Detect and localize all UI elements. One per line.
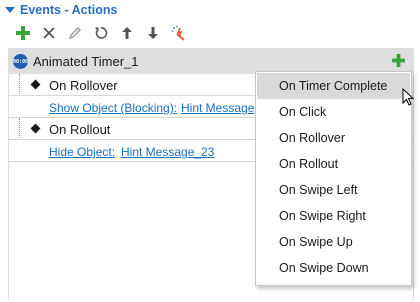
- delete-button[interactable]: [36, 22, 62, 44]
- menu-item-on-swipe-right[interactable]: On Swipe Right: [257, 203, 410, 229]
- arrow-down-icon: [148, 27, 158, 39]
- action-link[interactable]: Show Object (Blocking):: [49, 101, 177, 115]
- menu-item-on-rollout[interactable]: On Rollout: [257, 151, 410, 177]
- plus-icon: [16, 26, 30, 40]
- arrow-up-icon: [122, 27, 132, 39]
- plus-icon: [392, 54, 405, 67]
- target-link[interactable]: Hint Message_23: [121, 145, 214, 159]
- pencil-icon: [68, 27, 81, 40]
- tree-connector: [19, 118, 30, 140]
- diamond-bullet-icon: [30, 79, 41, 90]
- tree-connector: [19, 74, 30, 96]
- menu-item-on-rollover[interactable]: On Rollover: [257, 125, 410, 151]
- add-trigger-button[interactable]: [392, 54, 405, 70]
- trigger-label: On Rollover: [49, 78, 118, 93]
- panel-header[interactable]: Events - Actions: [0, 0, 420, 20]
- menu-item-on-swipe-up[interactable]: On Swipe Up: [257, 229, 410, 255]
- menu-item-on-swipe-down[interactable]: On Swipe Down: [257, 255, 410, 281]
- magic-wand-icon: [171, 25, 185, 41]
- move-up-button[interactable]: [114, 22, 140, 44]
- edit-button[interactable]: [62, 22, 88, 44]
- add-event-button[interactable]: [10, 22, 36, 44]
- move-down-button[interactable]: [140, 22, 166, 44]
- timer-icon: 00:00: [13, 54, 28, 69]
- action-link[interactable]: Hide Object:: [49, 145, 115, 159]
- trigger-dropdown-menu: On Timer Complete On Click On Rollover O…: [255, 71, 412, 286]
- toolbar: [10, 22, 230, 44]
- target-link[interactable]: Hint Message: [181, 101, 254, 115]
- menu-item-on-swipe-left[interactable]: On Swipe Left: [257, 177, 410, 203]
- collapse-triangle-icon[interactable]: [5, 7, 15, 13]
- close-icon: [43, 27, 55, 39]
- event-label: Animated Timer_1: [33, 54, 139, 69]
- undo-button[interactable]: [88, 22, 114, 44]
- panel-title: Events - Actions: [20, 3, 118, 17]
- menu-item-on-click[interactable]: On Click: [257, 99, 410, 125]
- diamond-bullet-icon: [30, 123, 41, 134]
- magic-wand-button[interactable]: [166, 22, 192, 44]
- undo-icon: [95, 27, 108, 39]
- mouse-cursor-icon: [402, 88, 414, 106]
- menu-item-on-timer-complete[interactable]: On Timer Complete: [257, 73, 410, 99]
- trigger-label: On Rollout: [49, 122, 111, 137]
